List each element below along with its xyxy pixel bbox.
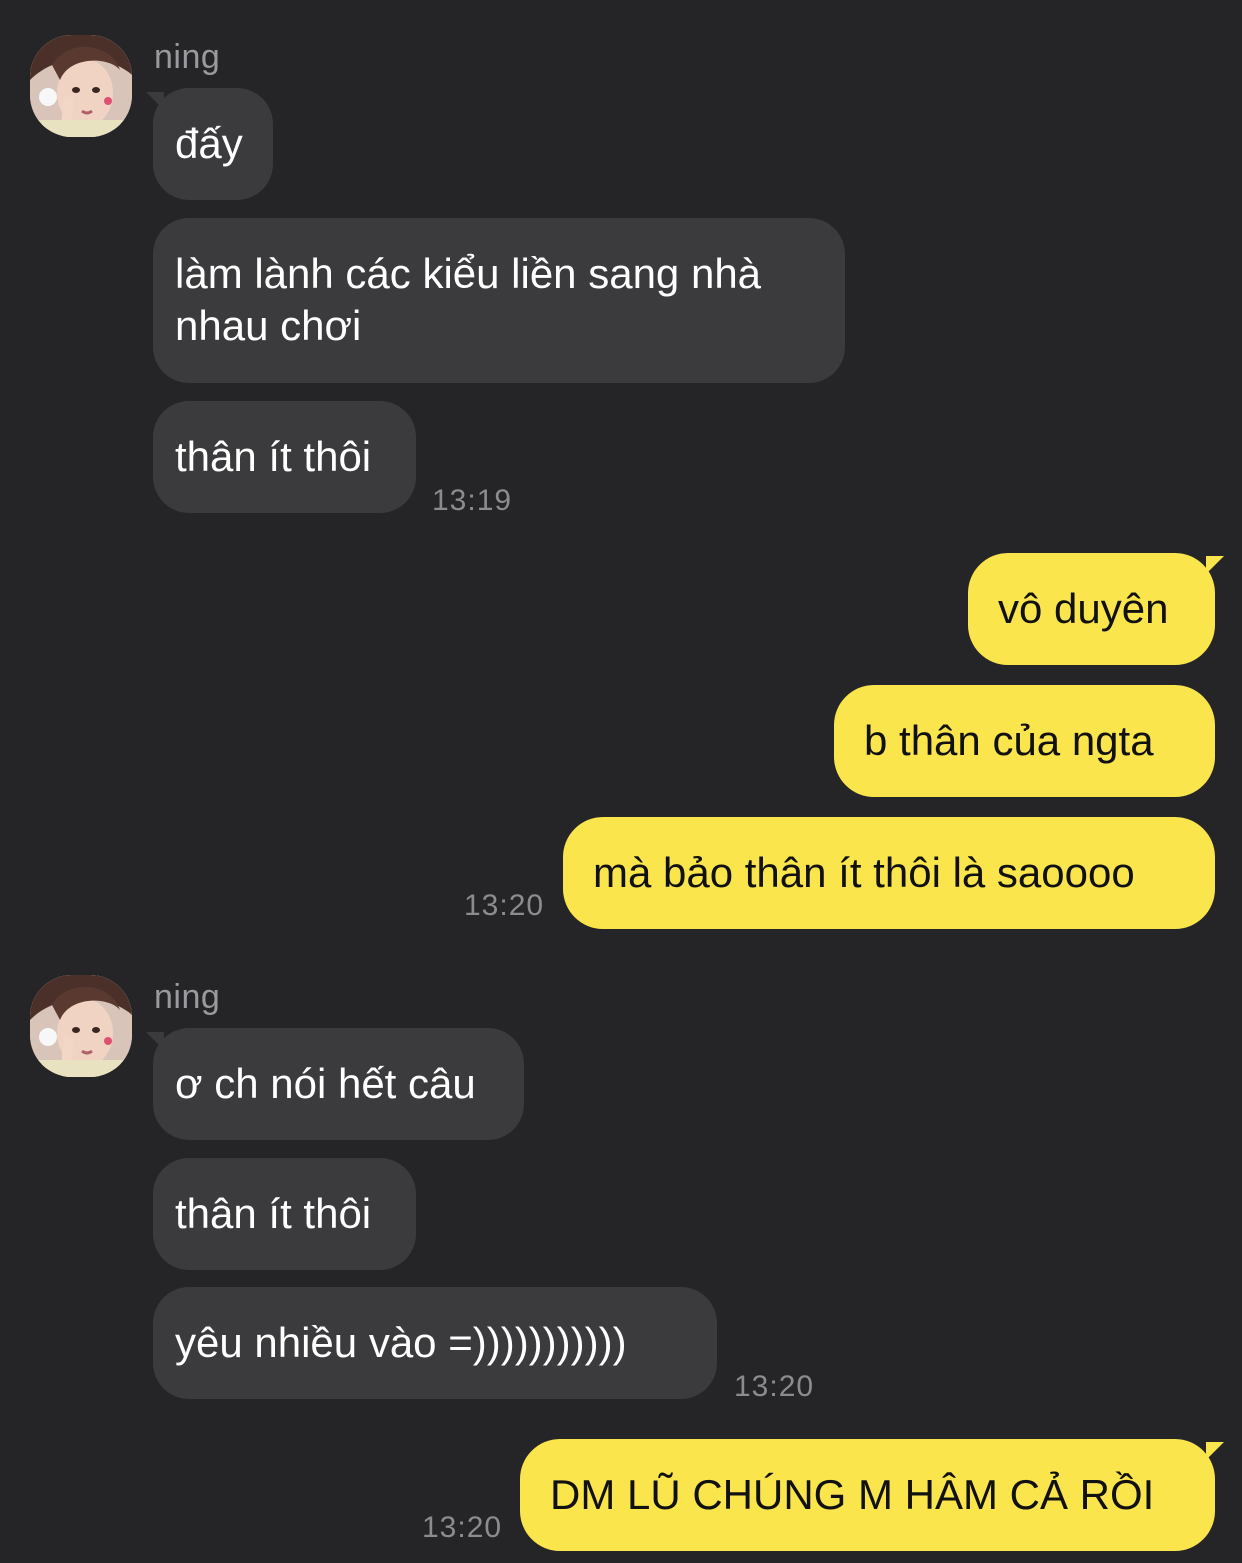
- incoming-message[interactable]: thân ít thôi: [153, 401, 416, 513]
- message-timestamp: 13:20: [422, 1511, 503, 1544]
- message-timestamp: 13:20: [464, 889, 545, 922]
- sender-name: ning: [154, 978, 221, 1016]
- outgoing-message[interactable]: vô duyên: [968, 553, 1215, 665]
- avatar-photo-icon: [30, 35, 132, 137]
- outgoing-message[interactable]: b thân của ngta: [834, 685, 1215, 797]
- incoming-message[interactable]: đấy: [153, 88, 273, 200]
- avatar-photo-icon: [30, 975, 132, 1077]
- incoming-message[interactable]: làm lành các kiểu liền sang nhà nhau chơ…: [153, 218, 845, 383]
- message-timestamp: 13:20: [734, 1370, 815, 1403]
- contact-avatar[interactable]: [30, 35, 132, 137]
- incoming-message[interactable]: thân ít thôi: [153, 1158, 416, 1270]
- incoming-message[interactable]: yêu nhiều vào =))))))))))): [153, 1287, 717, 1399]
- contact-avatar[interactable]: [30, 975, 132, 1077]
- incoming-message[interactable]: ơ ch nói hết câu: [153, 1028, 524, 1140]
- outgoing-message[interactable]: DM LŨ CHÚNG M HÂM CẢ RỒI: [520, 1439, 1215, 1551]
- sender-name: ning: [154, 38, 221, 76]
- message-timestamp: 13:19: [432, 484, 513, 517]
- outgoing-message[interactable]: mà bảo thân ít thôi là saoooo: [563, 817, 1215, 929]
